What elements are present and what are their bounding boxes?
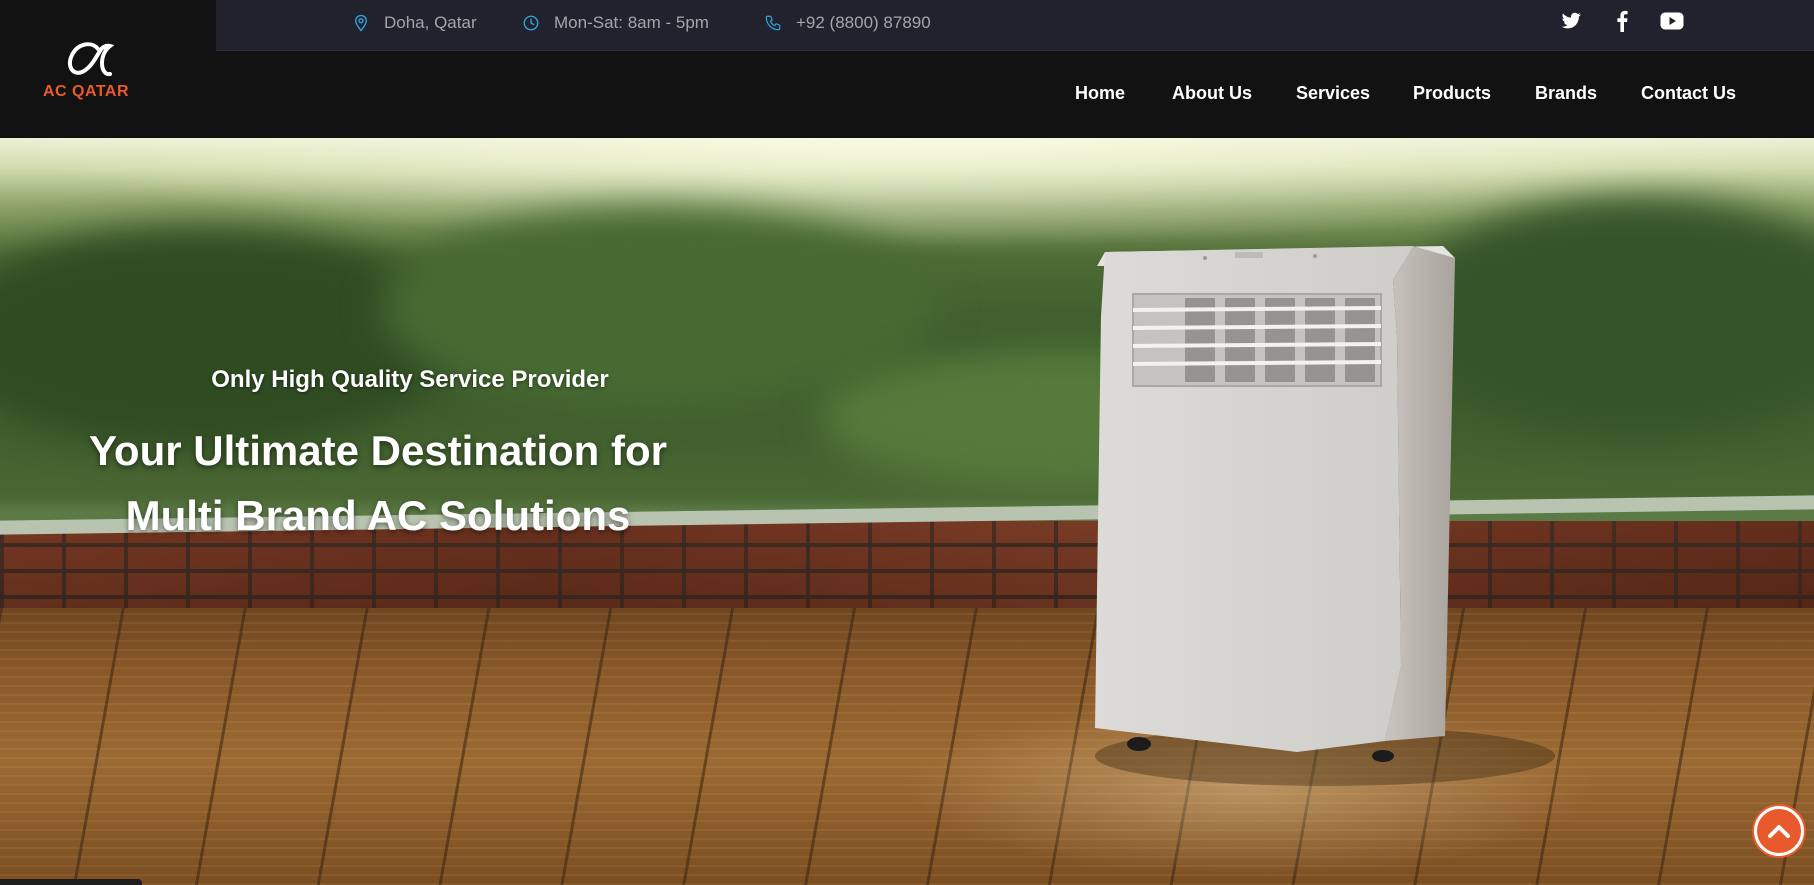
twitter-icon <box>1561 12 1581 29</box>
top-info-bar: Doha, Qatar Mon-Sat: 8am - 5pm +92 (8800… <box>216 0 1814 51</box>
twitter-link[interactable] <box>1559 8 1585 34</box>
facebook-icon <box>1617 10 1628 32</box>
clock-icon <box>523 15 539 31</box>
nav-contact-us[interactable]: Contact Us <box>1641 83 1736 104</box>
hours-info: Mon-Sat: 8am - 5pm <box>522 0 709 46</box>
nav-products[interactable]: Products <box>1413 83 1491 104</box>
phone-info[interactable]: +92 (8800) 87890 <box>764 0 931 46</box>
location-text: Doha, Qatar <box>384 13 477 32</box>
chevron-up-icon <box>1768 825 1790 838</box>
hero-subtitle: Only High Quality Service Provider <box>211 366 609 393</box>
location-info: Doha, Qatar <box>352 0 477 46</box>
brand-name: AC QATAR <box>42 83 130 100</box>
nav-brands[interactable]: Brands <box>1535 83 1597 104</box>
hero-title: Your Ultimate Destination for Multi Bran… <box>48 418 708 548</box>
hero-text-block: Only High Quality Service Provider Your … <box>0 138 760 885</box>
youtube-icon <box>1660 12 1684 30</box>
portable-ac-image <box>1095 246 1555 786</box>
site-logo[interactable]: AC QATAR <box>0 0 216 138</box>
phone-text: +92 (8800) 87890 <box>796 13 931 32</box>
alpha-symbol-icon <box>67 42 114 77</box>
hero-title-line-2: Multi Brand AC Solutions <box>125 492 631 539</box>
scroll-to-top-button[interactable] <box>1754 806 1804 856</box>
facebook-link[interactable] <box>1609 8 1635 34</box>
hero-title-line-1: Your Ultimate Destination for <box>89 427 667 474</box>
nav-about-us[interactable]: About Us <box>1172 83 1252 104</box>
phone-icon <box>765 15 781 31</box>
nav-home[interactable]: Home <box>1075 83 1125 104</box>
corner-tab <box>0 879 142 885</box>
map-pin-icon <box>355 14 367 32</box>
nav-services[interactable]: Services <box>1296 83 1370 104</box>
main-nav: Home About Us Services Products Brands C… <box>216 51 1814 138</box>
hours-text: Mon-Sat: 8am - 5pm <box>554 13 709 32</box>
hero-banner: Only High Quality Service Provider Your … <box>0 138 1814 885</box>
youtube-link[interactable] <box>1659 8 1685 34</box>
